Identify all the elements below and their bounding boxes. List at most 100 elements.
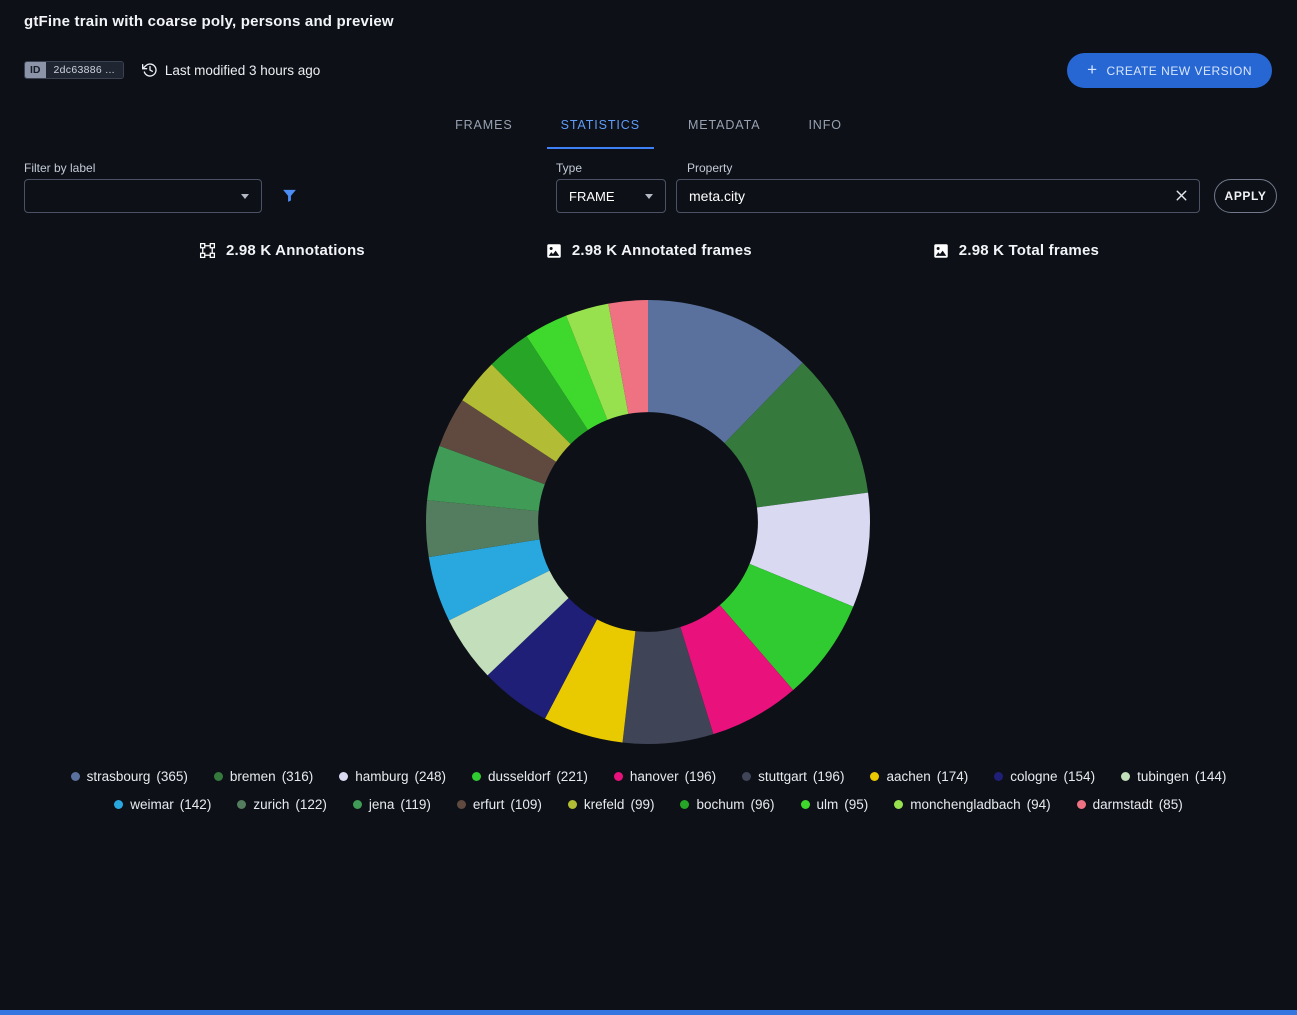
legend-row: strasbourg (365) bremen (316) hamburg (248) du… bbox=[71, 769, 1227, 784]
id-badge[interactable]: ID 2dc63886 ... bbox=[24, 61, 124, 79]
legend-item-erfurt[interactable]: erfurt (109) bbox=[457, 797, 542, 812]
legend-count: (174) bbox=[937, 769, 969, 784]
legend-label: bremen bbox=[230, 769, 276, 784]
chart-container bbox=[423, 297, 873, 747]
chart-legend: strasbourg (365) bremen (316) hamburg (248) du… bbox=[0, 769, 1297, 812]
page-title: gtFine train with coarse poly, persons a… bbox=[24, 13, 394, 30]
legend-label: stuttgart bbox=[758, 769, 807, 784]
legend-label: erfurt bbox=[473, 797, 505, 812]
legend-label: hanover bbox=[630, 769, 679, 784]
stat-annotated-frames: 2.98 K Annotated frames bbox=[545, 242, 752, 260]
create-new-version-label: CREATE NEW VERSION bbox=[1107, 64, 1252, 78]
legend-count: (144) bbox=[1195, 769, 1227, 784]
legend-label: tubingen bbox=[1137, 769, 1189, 784]
chevron-down-icon bbox=[645, 194, 653, 199]
legend-item-monchengladbach[interactable]: monchengladbach (94) bbox=[894, 797, 1050, 812]
legend-count: (196) bbox=[813, 769, 845, 784]
tab-frames[interactable]: FRAMES bbox=[441, 104, 527, 149]
legend-label: krefeld bbox=[584, 797, 625, 812]
legend-count: (196) bbox=[685, 769, 717, 784]
legend-label: bochum bbox=[696, 797, 744, 812]
legend-color-dot bbox=[457, 800, 466, 809]
legend-count: (85) bbox=[1159, 797, 1183, 812]
chevron-down-icon bbox=[241, 194, 249, 199]
legend-item-jena[interactable]: jena(119) bbox=[353, 797, 431, 812]
type-label: Type bbox=[556, 161, 582, 175]
clear-property-button[interactable] bbox=[1173, 187, 1190, 207]
last-modified: Last modified 3 hours ago bbox=[142, 62, 320, 78]
legend-row: weimar(142) zurich (122) jena(119) erfurt (10… bbox=[114, 797, 1182, 812]
legend-item-ulm[interactable]: ulm(95) bbox=[801, 797, 869, 812]
tab-metadata[interactable]: METADATA bbox=[674, 104, 774, 149]
legend-item-stuttgart[interactable]: stuttgart (196) bbox=[742, 769, 844, 784]
legend-item-aachen[interactable]: aachen (174) bbox=[870, 769, 968, 784]
legend-color-dot bbox=[1121, 772, 1130, 781]
legend-count: (122) bbox=[295, 797, 327, 812]
tab-info[interactable]: INFO bbox=[794, 104, 855, 149]
stat-total-frames-label: 2.98 K Total frames bbox=[959, 242, 1099, 259]
legend-count: (221) bbox=[556, 769, 588, 784]
legend-count: (316) bbox=[282, 769, 314, 784]
legend-item-hamburg[interactable]: hamburg (248) bbox=[339, 769, 446, 784]
plus-icon: + bbox=[1087, 61, 1097, 78]
legend-item-zurich[interactable]: zurich (122) bbox=[237, 797, 327, 812]
legend-item-cologne[interactable]: cologne(154) bbox=[994, 769, 1095, 784]
stat-annotations: 2.98 K Annotations bbox=[198, 241, 365, 260]
donut-chart bbox=[423, 297, 873, 747]
legend-count: (142) bbox=[180, 797, 212, 812]
legend-item-darmstadt[interactable]: darmstadt (85) bbox=[1077, 797, 1183, 812]
legend-count: (365) bbox=[156, 769, 188, 784]
apply-button[interactable]: APPLY bbox=[1214, 179, 1277, 213]
legend-label: darmstadt bbox=[1093, 797, 1153, 812]
legend-count: (119) bbox=[400, 797, 431, 812]
legend-item-hanover[interactable]: hanover (196) bbox=[614, 769, 716, 784]
legend-color-dot bbox=[801, 800, 810, 809]
legend-count: (99) bbox=[630, 797, 654, 812]
id-badge-value: 2dc63886 ... bbox=[46, 62, 123, 78]
legend-color-dot bbox=[894, 800, 903, 809]
legend-color-dot bbox=[472, 772, 481, 781]
meta-row: ID 2dc63886 ... Last modified 3 hours ag… bbox=[24, 61, 320, 79]
filter-by-label-label: Filter by label bbox=[24, 161, 95, 175]
stat-annotations-label: 2.98 K Annotations bbox=[226, 242, 365, 259]
legend-color-dot bbox=[237, 800, 246, 809]
legend-item-krefeld[interactable]: krefeld (99) bbox=[568, 797, 655, 812]
tab-statistics[interactable]: STATISTICS bbox=[547, 104, 654, 149]
legend-item-strasbourg[interactable]: strasbourg (365) bbox=[71, 769, 188, 784]
type-select[interactable]: FRAME bbox=[556, 179, 666, 213]
legend-item-tubingen[interactable]: tubingen (144) bbox=[1121, 769, 1226, 784]
tabs-bar: FRAMES STATISTICS METADATA INFO bbox=[0, 104, 1297, 149]
filter-funnel-icon[interactable] bbox=[281, 187, 298, 209]
id-badge-label: ID bbox=[25, 62, 46, 78]
legend-label: ulm bbox=[817, 797, 839, 812]
legend-color-dot bbox=[214, 772, 223, 781]
legend-count: (248) bbox=[415, 769, 447, 784]
create-new-version-button[interactable]: + CREATE NEW VERSION bbox=[1067, 53, 1272, 88]
annotations-icon bbox=[198, 241, 217, 260]
legend-label: monchengladbach bbox=[910, 797, 1020, 812]
legend-color-dot bbox=[1077, 800, 1086, 809]
legend-label: zurich bbox=[253, 797, 289, 812]
legend-label: aachen bbox=[886, 769, 930, 784]
legend-color-dot bbox=[994, 772, 1003, 781]
legend-color-dot bbox=[353, 800, 362, 809]
legend-item-dusseldorf[interactable]: dusseldorf(221) bbox=[472, 769, 588, 784]
stat-total-frames: 2.98 K Total frames bbox=[932, 242, 1099, 260]
legend-label: hamburg bbox=[355, 769, 408, 784]
legend-count: (109) bbox=[510, 797, 542, 812]
image-icon bbox=[932, 242, 950, 260]
legend-item-weimar[interactable]: weimar(142) bbox=[114, 797, 211, 812]
property-input[interactable] bbox=[676, 179, 1200, 213]
property-field bbox=[676, 179, 1200, 213]
bottom-bar bbox=[0, 1010, 1297, 1015]
legend-count: (154) bbox=[1064, 769, 1096, 784]
legend-item-bochum[interactable]: bochum (96) bbox=[680, 797, 774, 812]
legend-item-bremen[interactable]: bremen (316) bbox=[214, 769, 313, 784]
property-label: Property bbox=[687, 161, 732, 175]
stat-annotated-frames-label: 2.98 K Annotated frames bbox=[572, 242, 752, 259]
legend-label: strasbourg bbox=[87, 769, 151, 784]
filter-by-label-select[interactable] bbox=[24, 179, 262, 213]
stats-row: 2.98 K Annotations 2.98 K Annotated fram… bbox=[0, 241, 1297, 260]
legend-count: (96) bbox=[751, 797, 775, 812]
legend-count: (94) bbox=[1027, 797, 1051, 812]
